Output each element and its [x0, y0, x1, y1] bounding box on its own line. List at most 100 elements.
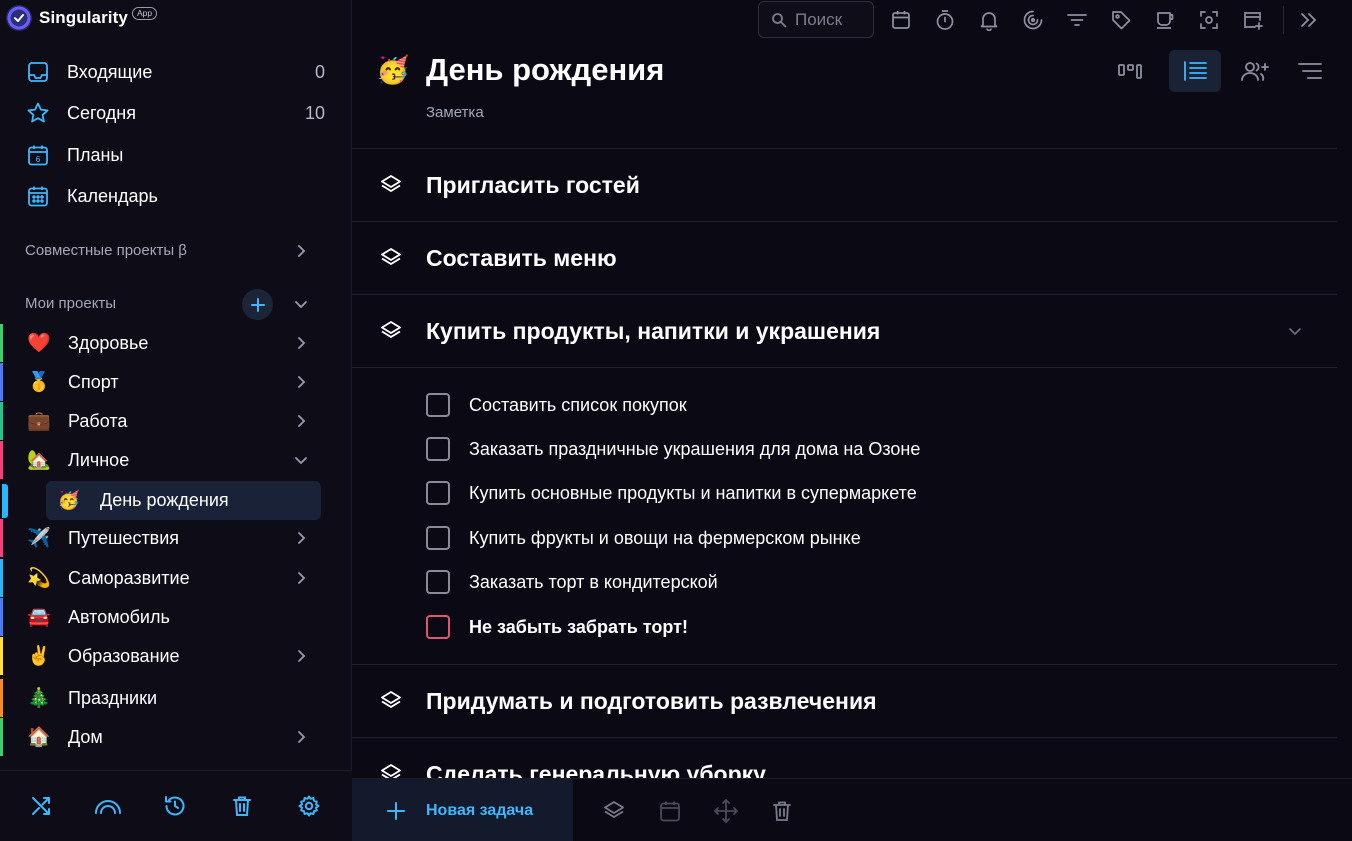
- layers-icon: [378, 172, 404, 198]
- search-box[interactable]: [758, 1, 875, 38]
- calendar-icon[interactable]: [656, 797, 684, 825]
- chevron-right-icon[interactable]: [291, 411, 311, 431]
- plus-icon: [250, 297, 265, 312]
- chevron-down-icon[interactable]: [291, 294, 311, 314]
- project-car[interactable]: 🚘 Автомобиль: [0, 598, 352, 636]
- task-row: Составить список покупок: [426, 390, 1306, 420]
- project-travel[interactable]: ✈️ Путешествия: [0, 519, 352, 557]
- project-health[interactable]: ❤️ Здоровье: [0, 324, 352, 362]
- house-icon: 🏠: [27, 726, 51, 748]
- shuffle-icon[interactable]: [26, 791, 56, 821]
- nav-item-today[interactable]: Сегодня 10: [0, 93, 352, 133]
- task-label[interactable]: Составить список покупок: [469, 395, 687, 416]
- rainbow-arc-icon[interactable]: [93, 791, 123, 821]
- task-group-label: Купить продукты, напитки и украшения: [426, 317, 881, 344]
- project-self-development[interactable]: 💫 Саморазвитие: [0, 559, 352, 597]
- add-project-button[interactable]: [242, 289, 273, 320]
- chevron-down-icon[interactable]: [291, 450, 311, 470]
- chevron-right-icon[interactable]: [291, 727, 311, 747]
- task-row-urgent: Не забыть забрать торт!: [426, 612, 1306, 642]
- coffee-cup-icon[interactable]: [1152, 6, 1178, 34]
- double-chevron-right-icon[interactable]: [1296, 6, 1322, 34]
- search-input[interactable]: [795, 9, 875, 30]
- medal-icon: 🥇: [27, 371, 51, 393]
- add-user-icon[interactable]: [1229, 50, 1281, 92]
- project-sport[interactable]: 🥇 Спорт: [0, 363, 352, 401]
- chevron-right-icon[interactable]: [291, 372, 311, 392]
- task-label[interactable]: Заказать праздничные украшения для дома …: [469, 439, 920, 460]
- focus-target-icon[interactable]: [1020, 6, 1046, 34]
- chevron-right-icon[interactable]: [291, 646, 311, 666]
- nav-item-plans[interactable]: 6 Планы: [0, 135, 352, 175]
- project-color-bar: [0, 363, 3, 401]
- task-checkbox[interactable]: [426, 526, 450, 550]
- tag-icon[interactable]: [1108, 6, 1134, 34]
- dizzy-star-icon: 💫: [27, 567, 51, 589]
- chevron-right-icon[interactable]: [291, 241, 311, 261]
- trash-icon[interactable]: [227, 791, 257, 821]
- calendar-icon[interactable]: [888, 6, 914, 34]
- layers-icon: [378, 761, 404, 778]
- kanban-view-icon[interactable]: [1104, 50, 1156, 92]
- project-label: Работа: [68, 410, 128, 431]
- gear-icon[interactable]: [294, 791, 324, 821]
- layers-icon: [378, 245, 404, 271]
- singularity-logo-icon: [6, 5, 32, 31]
- task-group-expanded[interactable]: Купить продукты, напитки и украшения: [352, 294, 1337, 367]
- task-row: Заказать торт в кондитерской: [426, 567, 1306, 597]
- project-personal[interactable]: 🏡 Личное: [0, 441, 352, 479]
- project-label: Спорт: [68, 371, 119, 392]
- new-task-button[interactable]: Новая задача: [352, 779, 573, 841]
- project-color-bar: [0, 324, 3, 362]
- calendar-day-icon: 6: [25, 142, 51, 168]
- shared-projects-title[interactable]: Совместные проекты β: [25, 242, 187, 259]
- list-view-icon[interactable]: [1169, 50, 1221, 92]
- task-label[interactable]: Заказать торт в кондитерской: [469, 572, 718, 593]
- chevron-down-icon[interactable]: [1284, 320, 1306, 342]
- subproject-birthday[interactable]: 🥳 День рождения: [46, 481, 321, 520]
- task-label[interactable]: Купить основные продукты и напитки в суп…: [469, 483, 917, 504]
- scan-frame-icon[interactable]: [1196, 6, 1222, 34]
- task-checkbox[interactable]: [426, 437, 450, 461]
- task-label[interactable]: Не забыть забрать торт!: [469, 617, 688, 638]
- trash-icon[interactable]: [768, 797, 796, 825]
- task-group[interactable]: Пригласить гостей: [352, 148, 1337, 221]
- nav-item-label: Планы: [67, 144, 124, 165]
- layers-icon: [378, 688, 404, 714]
- task-group[interactable]: Придумать и подготовить развлечения: [352, 664, 1337, 737]
- move-arrows-icon[interactable]: [712, 797, 740, 825]
- project-work[interactable]: 💼 Работа: [0, 402, 352, 440]
- chevron-right-icon[interactable]: [291, 528, 311, 548]
- task-checkbox[interactable]: [426, 615, 450, 639]
- project-holidays[interactable]: 🎄 Праздники: [0, 679, 352, 717]
- my-projects-title: Мои проекты: [25, 295, 117, 312]
- layers-icon[interactable]: [600, 797, 628, 825]
- briefcase-icon: 💼: [27, 410, 51, 432]
- page-subtitle[interactable]: Заметка: [426, 104, 484, 121]
- subproject-label: День рождения: [100, 490, 229, 510]
- task-checkbox[interactable]: [426, 481, 450, 505]
- bottom-action-bar: Новая задача: [352, 778, 1352, 841]
- task-checkbox[interactable]: [426, 570, 450, 594]
- add-window-icon[interactable]: [1240, 6, 1266, 34]
- project-education[interactable]: ✌️ Образование: [0, 637, 352, 675]
- project-home[interactable]: 🏠 Дом: [0, 718, 352, 756]
- new-task-label: Новая задача: [426, 801, 534, 819]
- task-group[interactable]: Составить меню: [352, 221, 1337, 294]
- sort-menu-icon[interactable]: [1284, 50, 1336, 92]
- filter-icon[interactable]: [1064, 6, 1090, 34]
- chevron-right-icon[interactable]: [291, 333, 311, 353]
- page-title[interactable]: День рождения: [426, 52, 664, 88]
- project-label: Путешествия: [68, 527, 180, 548]
- history-icon[interactable]: [160, 791, 190, 821]
- timer-icon[interactable]: [932, 6, 958, 34]
- chevron-right-icon[interactable]: [291, 568, 311, 588]
- task-group[interactable]: Сделать генеральную уборку: [352, 737, 1337, 778]
- task-checkbox[interactable]: [426, 393, 450, 417]
- nav-item-calendar[interactable]: Календарь: [0, 176, 352, 216]
- nav-item-count: 0: [314, 61, 325, 82]
- bell-icon[interactable]: [976, 6, 1002, 34]
- nav-item-inbox[interactable]: Входящие 0: [0, 52, 352, 92]
- task-label[interactable]: Купить фрукты и овощи на фермерском рынк…: [469, 528, 861, 549]
- nav-item-label: Сегодня: [67, 102, 136, 123]
